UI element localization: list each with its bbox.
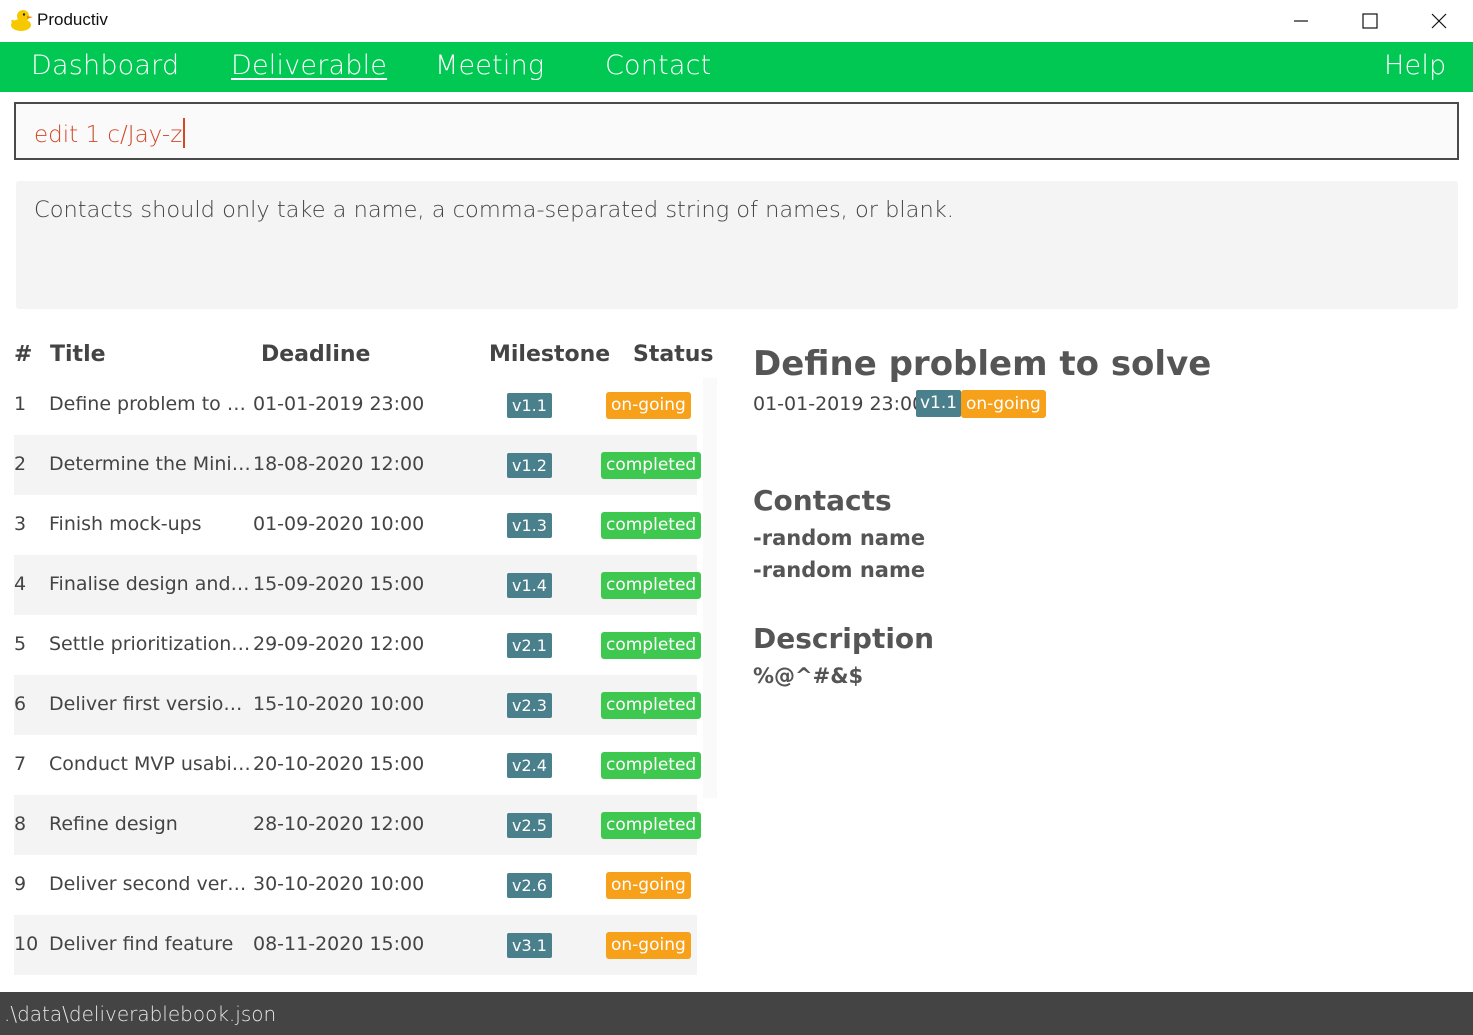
window-title: Productiv [37, 10, 108, 29]
list-item[interactable]: 1 Define problem to sol... 01-01-2019 23… [14, 375, 697, 435]
milestone-badge: v3.1 [507, 933, 552, 958]
command-input[interactable]: edit 1 c/Jay-z [34, 118, 186, 148]
menu-deliverable[interactable]: Deliverable [231, 50, 387, 81]
contacts-heading: Contacts [753, 484, 892, 517]
item-deadline: 30-10-2020 10:00 [253, 873, 425, 895]
list-item[interactable]: 7 Conduct MVP usabilit... 20-10-2020 15:… [14, 735, 702, 795]
menu-contact[interactable]: Contact [605, 50, 711, 81]
item-index: 3 [14, 513, 27, 535]
text-caret [183, 118, 186, 148]
menu-dashboard[interactable]: Dashboard [31, 50, 179, 81]
item-deadline: 18-08-2020 12:00 [253, 453, 425, 475]
item-deadline: 15-09-2020 15:00 [253, 573, 425, 595]
item-deadline: 01-01-2019 23:00 [253, 393, 425, 415]
menu-help[interactable]: Help [1384, 50, 1446, 81]
menu-bar: Dashboard Deliverable Meeting Contact He… [0, 42, 1473, 92]
data-file-path: .\data\deliverablebook.json [4, 1002, 277, 1026]
item-deadline: 15-10-2020 10:00 [253, 693, 425, 715]
list-item[interactable]: 6 Deliver first version of... 15-10-2020… [14, 675, 702, 735]
item-title: Deliver first version of... [49, 693, 251, 715]
header-milestone: Milestone [489, 342, 611, 367]
status-badge: on-going [606, 392, 691, 419]
contact-item: -random name [753, 526, 926, 550]
status-badge: completed [601, 512, 702, 539]
item-index: 9 [14, 873, 27, 895]
list-item[interactable]: 9 Deliver second versio... 30-10-2020 10… [14, 855, 697, 915]
close-icon [1431, 13, 1447, 29]
status-badge: on-going [606, 932, 691, 959]
header-title: Title [50, 342, 106, 367]
item-index: 2 [14, 453, 27, 475]
milestone-badge: v2.3 [507, 693, 552, 718]
item-title: Refine design [49, 813, 178, 835]
result-message: Contacts should only take a name, a comm… [34, 197, 954, 223]
item-title: Deliver find feature [49, 933, 234, 955]
menu-meeting[interactable]: Meeting [435, 50, 544, 81]
list-item[interactable]: 5 Settle prioritization of... 29-09-2020… [14, 615, 702, 675]
milestone-badge: v2.6 [507, 873, 552, 898]
status-bar: .\data\deliverablebook.json [0, 992, 1473, 1035]
milestone-badge: v2.1 [507, 633, 552, 658]
detail-deadline: 01-01-2019 23:00 [753, 393, 925, 415]
status-badge: completed [601, 812, 702, 839]
milestone-badge: v1.3 [507, 513, 552, 538]
item-deadline: 01-09-2020 10:00 [253, 513, 425, 535]
item-title: Settle prioritization of... [49, 633, 251, 655]
list-item[interactable]: 8 Refine design 28-10-2020 12:00 v2.5 co… [14, 795, 702, 855]
maximize-button[interactable] [1335, 0, 1405, 42]
status-badge: completed [601, 752, 702, 779]
item-index: 6 [14, 693, 27, 715]
description-heading: Description [753, 622, 935, 655]
item-deadline: 20-10-2020 15:00 [253, 753, 425, 775]
contact-item: -random name [753, 558, 926, 582]
list-item[interactable]: 2 Determine the Minim... 18-08-2020 12:0… [14, 435, 702, 495]
detail-milestone-badge: v1.1 [916, 390, 962, 417]
maximize-icon [1362, 13, 1378, 29]
detail-title: Define problem to solve [753, 344, 1212, 384]
list-item[interactable]: 3 Finish mock-ups 01-09-2020 10:00 v1.3 … [14, 495, 702, 555]
list-item[interactable]: 4 Finalise design and pl... 15-09-2020 1… [14, 555, 702, 615]
command-box[interactable]: edit 1 c/Jay-z [14, 102, 1459, 160]
milestone-badge: v1.4 [507, 573, 552, 598]
close-button[interactable] [1404, 0, 1473, 42]
item-title: Deliver second versio... [49, 873, 251, 895]
detail-status-badge: on-going [961, 390, 1046, 418]
minimize-button[interactable] [1266, 0, 1336, 42]
milestone-badge: v2.4 [507, 753, 552, 778]
status-badge: completed [601, 692, 702, 719]
milestone-badge: v1.1 [507, 393, 552, 418]
window-titlebar: Productiv [0, 0, 1473, 42]
list-item[interactable]: 10 Deliver find feature 08-11-2020 15:00… [14, 915, 697, 975]
command-text: edit 1 c/Jay-z [34, 122, 183, 148]
status-badge: completed [601, 572, 702, 599]
item-index: 7 [14, 753, 27, 775]
minimize-icon [1294, 20, 1308, 22]
list-scrollbar[interactable] [703, 378, 717, 798]
item-title: Determine the Minim... [49, 453, 251, 475]
status-badge: completed [601, 452, 702, 479]
item-title: Finish mock-ups [49, 513, 202, 535]
item-title: Conduct MVP usabilit... [49, 753, 251, 775]
status-badge: completed [601, 632, 702, 659]
item-deadline: 08-11-2020 15:00 [253, 933, 425, 955]
milestone-badge: v1.2 [507, 453, 552, 478]
item-index: 10 [14, 933, 39, 955]
status-badge: on-going [606, 872, 691, 899]
milestone-badge: v2.5 [507, 813, 552, 838]
item-index: 1 [14, 393, 27, 415]
header-index: # [14, 342, 33, 367]
item-index: 5 [14, 633, 27, 655]
item-index: 8 [14, 813, 27, 835]
item-title: Define problem to sol... [49, 393, 251, 415]
header-deadline: Deadline [261, 342, 371, 367]
item-index: 4 [14, 573, 27, 595]
item-title: Finalise design and pl... [49, 573, 251, 595]
result-display: Contacts should only take a name, a comm… [16, 181, 1458, 309]
rubber-duck-icon [8, 7, 34, 33]
description-text: %@^#&$ [753, 664, 864, 688]
item-deadline: 29-09-2020 12:00 [253, 633, 425, 655]
item-deadline: 28-10-2020 12:00 [253, 813, 425, 835]
header-status: Status [633, 342, 714, 367]
